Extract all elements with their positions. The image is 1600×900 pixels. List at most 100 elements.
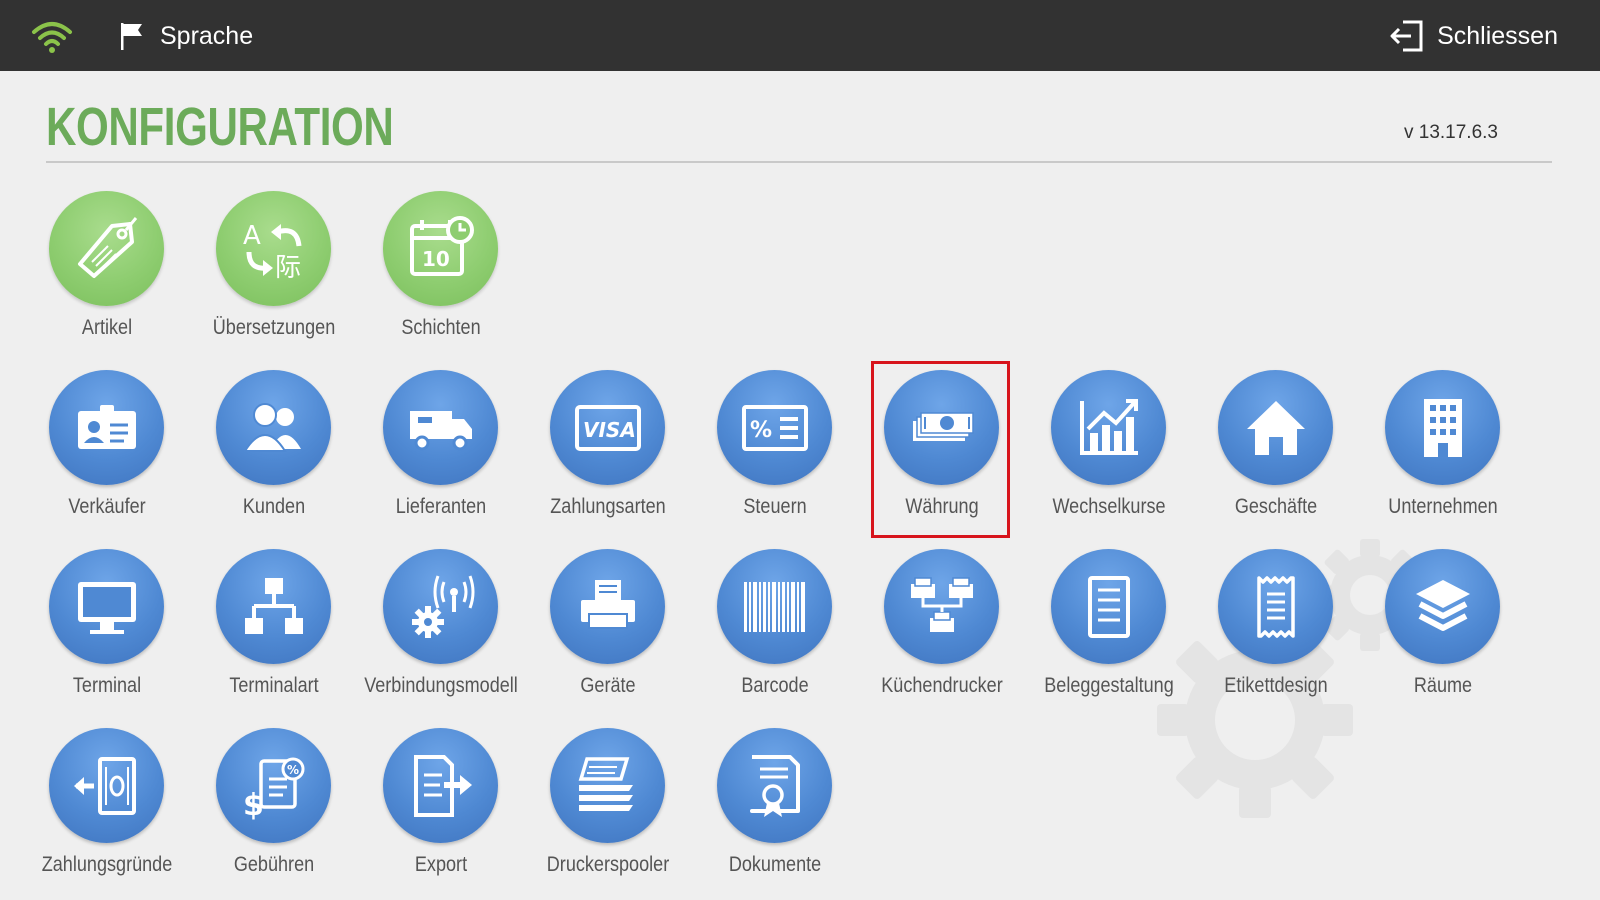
- exit-icon: [1390, 20, 1423, 52]
- config-item-label: Lieferanten: [395, 495, 487, 518]
- flag-icon: [121, 23, 142, 50]
- barcode-icon: [738, 570, 812, 644]
- building-icon: [1406, 391, 1480, 465]
- label-roll-icon: [1239, 570, 1313, 644]
- config-item-label: Artikel: [81, 316, 133, 339]
- config-item-geraete[interactable]: Geräte: [528, 544, 688, 709]
- config-item-circle: [717, 549, 832, 664]
- config-item-label: Zahlungsgründe: [41, 853, 173, 876]
- config-item-circle: [383, 191, 498, 306]
- banknotes-icon: [905, 391, 979, 465]
- config-item-circle: [216, 728, 331, 843]
- config-item-dokumente[interactable]: Dokumente: [695, 723, 855, 888]
- wifi-icon[interactable]: [30, 18, 74, 56]
- config-item-schichten[interactable]: Schichten: [361, 186, 521, 351]
- truck-icon: [404, 391, 478, 465]
- certificate-icon: [738, 749, 812, 823]
- config-item-circle: [383, 728, 498, 843]
- config-item-circle: [383, 549, 498, 664]
- page-title: KONFIGURATION: [46, 97, 394, 157]
- config-item-zahlungsgruende[interactable]: Zahlungsgründe: [27, 723, 187, 888]
- cash-out-icon: [70, 749, 144, 823]
- config-item-circle: [49, 728, 164, 843]
- config-item-label: Gebühren: [233, 853, 315, 876]
- config-item-circle: [550, 728, 665, 843]
- config-item-circle: [1051, 549, 1166, 664]
- config-item-artikel[interactable]: Artikel: [27, 186, 187, 351]
- config-item-circle: [1385, 370, 1500, 485]
- config-item-wechselkurse[interactable]: Wechselkurse: [1029, 365, 1189, 530]
- config-item-circle: [49, 549, 164, 664]
- config-item-export[interactable]: Export: [361, 723, 521, 888]
- config-item-kuechendrucker[interactable]: Küchendrucker: [862, 544, 1022, 709]
- percent-list-icon: [738, 391, 812, 465]
- config-item-unternehmen[interactable]: Unternehmen: [1363, 365, 1523, 530]
- config-item-uebersetzungen[interactable]: Übersetzungen: [194, 186, 354, 351]
- config-item-beleggestaltung[interactable]: Beleggestaltung: [1029, 544, 1189, 709]
- config-item-geschaefte[interactable]: Geschäfte: [1196, 365, 1356, 530]
- language-button[interactable]: Sprache: [118, 16, 253, 56]
- monitor-icon: [70, 570, 144, 644]
- config-item-label: Unternehmen: [1388, 495, 1498, 518]
- config-item-steuern[interactable]: Steuern: [695, 365, 855, 530]
- config-item-terminalart[interactable]: Terminalart: [194, 544, 354, 709]
- config-item-circle: [884, 370, 999, 485]
- config-item-circle: [884, 549, 999, 664]
- config-item-circle: [717, 370, 832, 485]
- translate-icon: [237, 212, 311, 286]
- config-item-label: Währung: [905, 495, 979, 518]
- close-label: Schliessen: [1437, 21, 1558, 50]
- layers-icon: [1406, 570, 1480, 644]
- config-item-circle: [1051, 370, 1166, 485]
- config-item-label: Druckerspooler: [546, 853, 670, 876]
- config-item-gebuehren[interactable]: Gebühren: [194, 723, 354, 888]
- config-item-label: Verbindungsmodell: [364, 674, 518, 697]
- config-item-circle: [1218, 370, 1333, 485]
- config-item-label: Beleggestaltung: [1044, 674, 1174, 697]
- config-item-zahlungsarten[interactable]: Zahlungsarten: [528, 365, 688, 530]
- tag-icon: [70, 212, 144, 286]
- config-item-label: Übersetzungen: [212, 316, 336, 339]
- config-item-label: Geräte: [580, 674, 636, 697]
- config-item-druckerspooler[interactable]: Druckerspooler: [528, 723, 688, 888]
- config-item-label: Export: [414, 853, 468, 876]
- printer-network-icon: [905, 570, 979, 644]
- config-item-kunden[interactable]: Kunden: [194, 365, 354, 530]
- config-item-circle: [1385, 549, 1500, 664]
- chart-up-icon: [1072, 391, 1146, 465]
- config-item-barcode[interactable]: Barcode: [695, 544, 855, 709]
- config-item-label: Schichten: [401, 316, 481, 339]
- config-item-label: Verkäufer: [68, 495, 146, 518]
- config-item-circle: [550, 549, 665, 664]
- config-item-label: Geschäfte: [1234, 495, 1318, 518]
- config-item-label: Küchendrucker: [881, 674, 1003, 697]
- config-item-circle: [717, 728, 832, 843]
- config-item-terminal[interactable]: Terminal: [27, 544, 187, 709]
- config-item-label: Dokumente: [728, 853, 822, 876]
- config-item-lieferanten[interactable]: Lieferanten: [361, 365, 521, 530]
- document-lines-icon: [1072, 570, 1146, 644]
- config-item-circle: [49, 370, 164, 485]
- id-card-icon: [70, 391, 144, 465]
- config-item-label: Steuern: [743, 495, 807, 518]
- config-item-circle: [550, 370, 665, 485]
- close-button[interactable]: Schliessen: [1389, 16, 1558, 56]
- config-item-etikettdesign[interactable]: Etikettdesign: [1196, 544, 1356, 709]
- config-item-circle: [216, 191, 331, 306]
- config-item-verbindungsmodell[interactable]: Verbindungsmodell: [361, 544, 521, 709]
- config-item-label: Zahlungsarten: [550, 495, 666, 518]
- paper-stack-icon: [571, 749, 645, 823]
- config-item-label: Etikettdesign: [1224, 674, 1328, 697]
- config-item-circle: [1218, 549, 1333, 664]
- config-item-label: Terminal: [72, 674, 142, 697]
- title-divider: [46, 161, 1552, 163]
- config-item-verkaeufer[interactable]: Verkäufer: [27, 365, 187, 530]
- config-item-waehrung[interactable]: Währung: [862, 365, 1022, 530]
- config-item-circle: [216, 370, 331, 485]
- users-icon: [237, 391, 311, 465]
- version-label: v 13.17.6.3: [1403, 122, 1498, 143]
- language-label: Sprache: [160, 21, 254, 50]
- config-item-raeume[interactable]: Räume: [1363, 544, 1523, 709]
- hierarchy-icon: [237, 570, 311, 644]
- config-item-label: Barcode: [741, 674, 809, 697]
